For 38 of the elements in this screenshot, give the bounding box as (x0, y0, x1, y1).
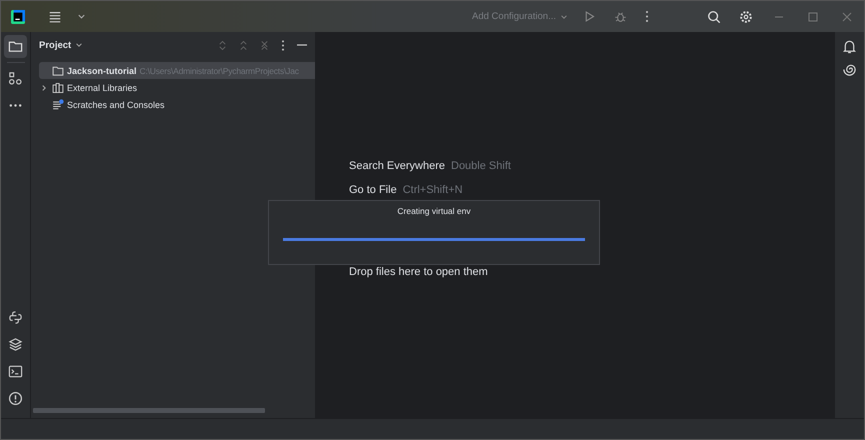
app-logo-icon (11, 10, 25, 24)
library-icon (52, 82, 64, 94)
progress-title: Creating virtual env (396, 206, 472, 216)
terminal-icon (8, 364, 23, 379)
settings-icon[interactable] (739, 10, 753, 24)
chevron-down-icon[interactable] (77, 12, 86, 21)
item-label: Scratches and Consoles (67, 100, 165, 110)
folder-icon (52, 64, 64, 76)
chevron-down-icon (560, 12, 568, 20)
python-icon (8, 310, 23, 325)
tree-item[interactable]: Scratches and Consoles (39, 96, 315, 113)
hint-shortcut: Double Shift (451, 160, 511, 172)
item-label: Jackson-tutorial (67, 66, 137, 76)
warning-icon (8, 391, 23, 406)
menu-icon[interactable] (48, 10, 62, 24)
hint-action: Search Everywhere (349, 160, 445, 172)
hint-shortcut: Ctrl+Shift+N (402, 184, 463, 196)
scrollbar-thumb[interactable] (33, 408, 265, 413)
more-options-icon[interactable] (281, 40, 285, 50)
chevron-down-icon[interactable] (75, 41, 84, 49)
expand-all-icon[interactable] (218, 40, 227, 50)
hint-action: Drop files here to open them (349, 266, 488, 278)
more-options-icon[interactable] (645, 10, 649, 23)
hint-action: Go to File (349, 184, 397, 196)
bug-icon[interactable] (614, 10, 627, 23)
folder-icon (8, 39, 23, 54)
layers-icon (8, 337, 23, 352)
run-icon[interactable] (583, 10, 596, 23)
structure-icon (8, 71, 23, 86)
tool-window-button[interactable] (4, 35, 27, 58)
item-label: External Libraries (67, 82, 138, 92)
panel-title[interactable]: Project (39, 40, 72, 50)
scratch-file-icon (52, 98, 64, 110)
collapse-all-icon[interactable] (239, 40, 248, 50)
close-icon[interactable] (260, 40, 269, 50)
chevron-icon[interactable] (40, 84, 48, 92)
tree-item[interactable]: External Libraries (39, 79, 315, 96)
search-icon[interactable] (707, 10, 721, 24)
